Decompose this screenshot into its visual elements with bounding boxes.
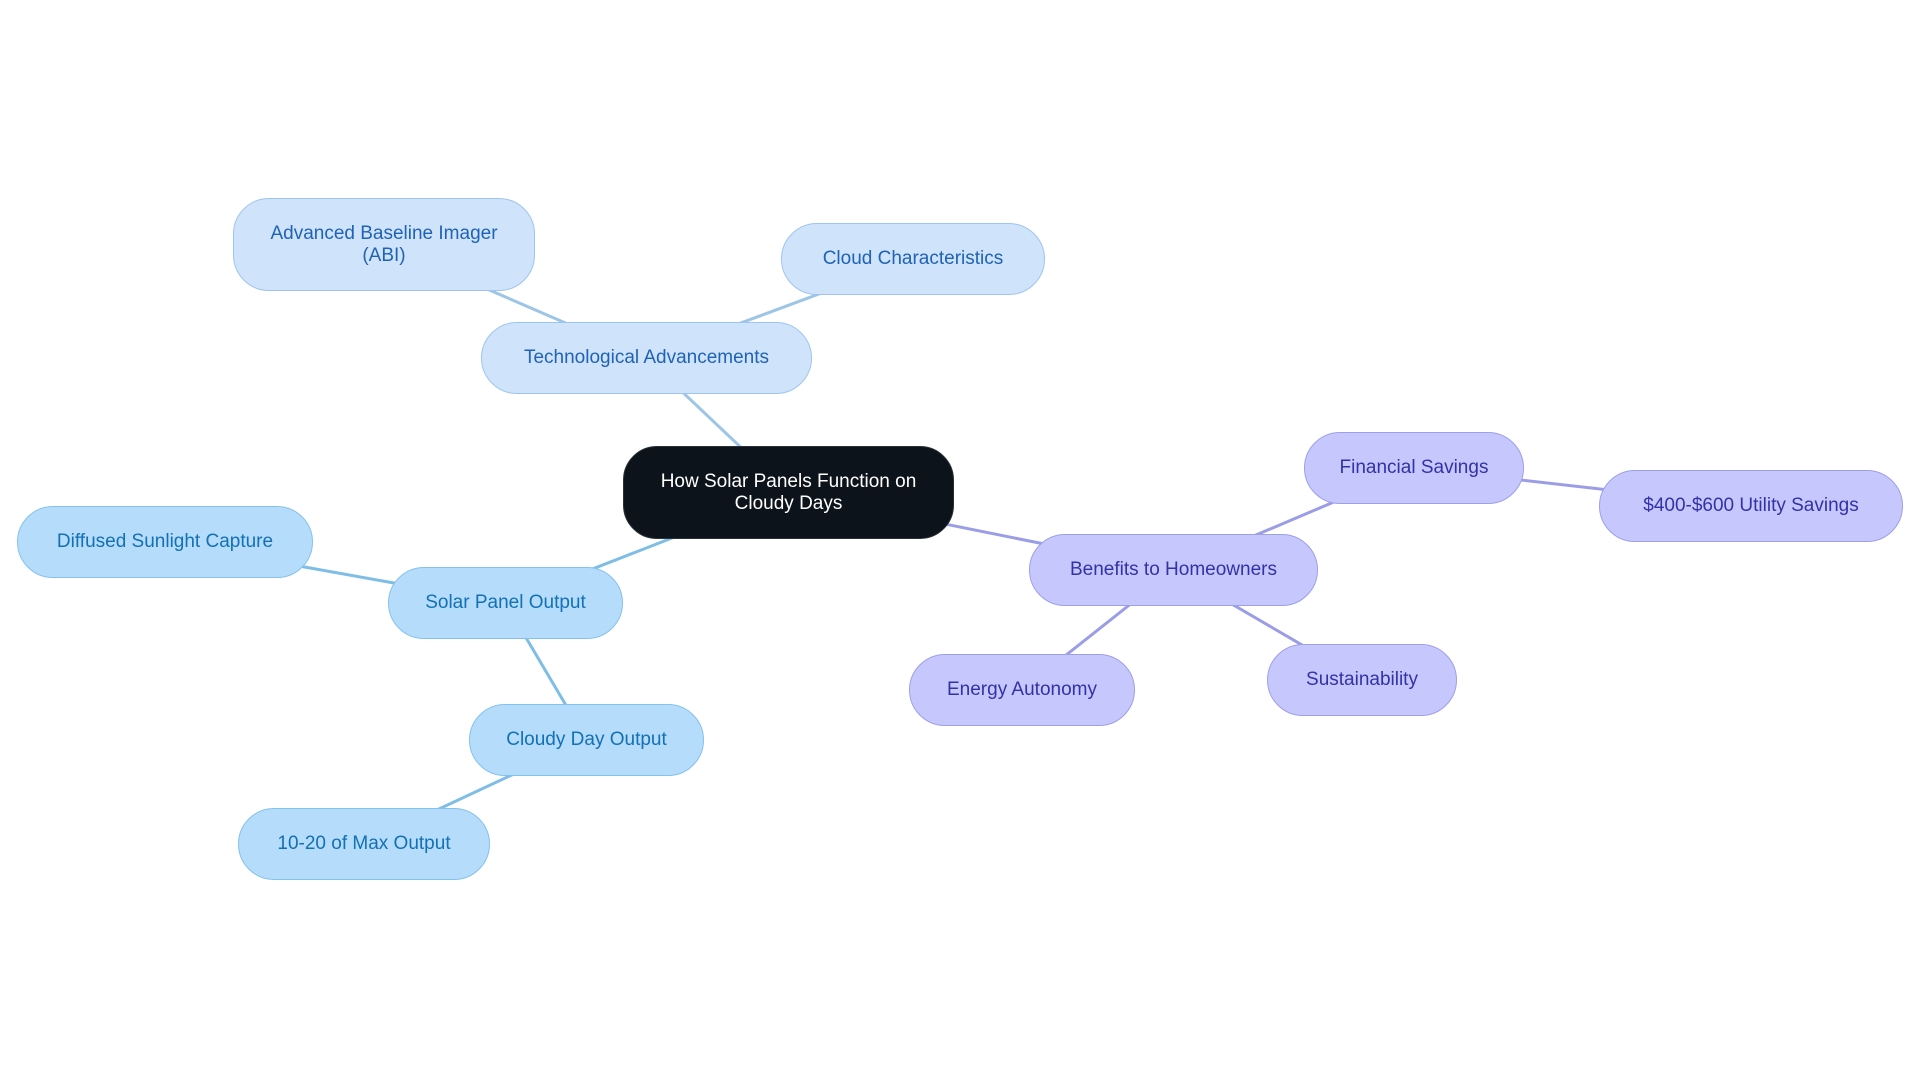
node-label: Sustainability [1306,669,1418,690]
node-max-output[interactable]: 10-20 of Max Output [238,808,490,880]
node-sustainability[interactable]: Sustainability [1267,644,1457,716]
node-label: Cloudy Day Output [506,729,667,750]
node-label: Solar Panel Output [425,592,586,613]
node-diffused-sunlight-capture[interactable]: Diffused Sunlight Capture [17,506,313,578]
node-utility-savings[interactable]: $400-$600 Utility Savings [1599,470,1903,542]
node-benefits-to-homeowners[interactable]: Benefits to Homeowners [1029,534,1318,606]
node-label: Financial Savings [1339,457,1489,478]
node-technological-advancements[interactable]: Technological Advancements [481,322,812,394]
root-node-label: How Solar Panels Function on Cloudy Days [660,470,917,514]
node-cloud-characteristics[interactable]: Cloud Characteristics [781,223,1045,295]
node-advanced-baseline-imager[interactable]: Advanced Baseline Imager (ABI) [233,198,535,291]
node-cloudy-day-output[interactable]: Cloudy Day Output [469,704,704,776]
node-label: $400-$600 Utility Savings [1643,495,1859,516]
node-label: Advanced Baseline Imager (ABI) [270,222,498,266]
root-node[interactable]: How Solar Panels Function on Cloudy Days [623,446,954,539]
node-energy-autonomy[interactable]: Energy Autonomy [909,654,1135,726]
node-label: Cloud Characteristics [822,248,1004,269]
node-label: Technological Advancements [523,347,770,368]
node-label: 10-20 of Max Output [277,833,451,854]
node-label: Diffused Sunlight Capture [56,531,274,552]
node-label: Energy Autonomy [947,679,1097,700]
node-financial-savings[interactable]: Financial Savings [1304,432,1524,504]
node-label: Benefits to Homeowners [1070,559,1277,580]
node-solar-panel-output[interactable]: Solar Panel Output [388,567,623,639]
